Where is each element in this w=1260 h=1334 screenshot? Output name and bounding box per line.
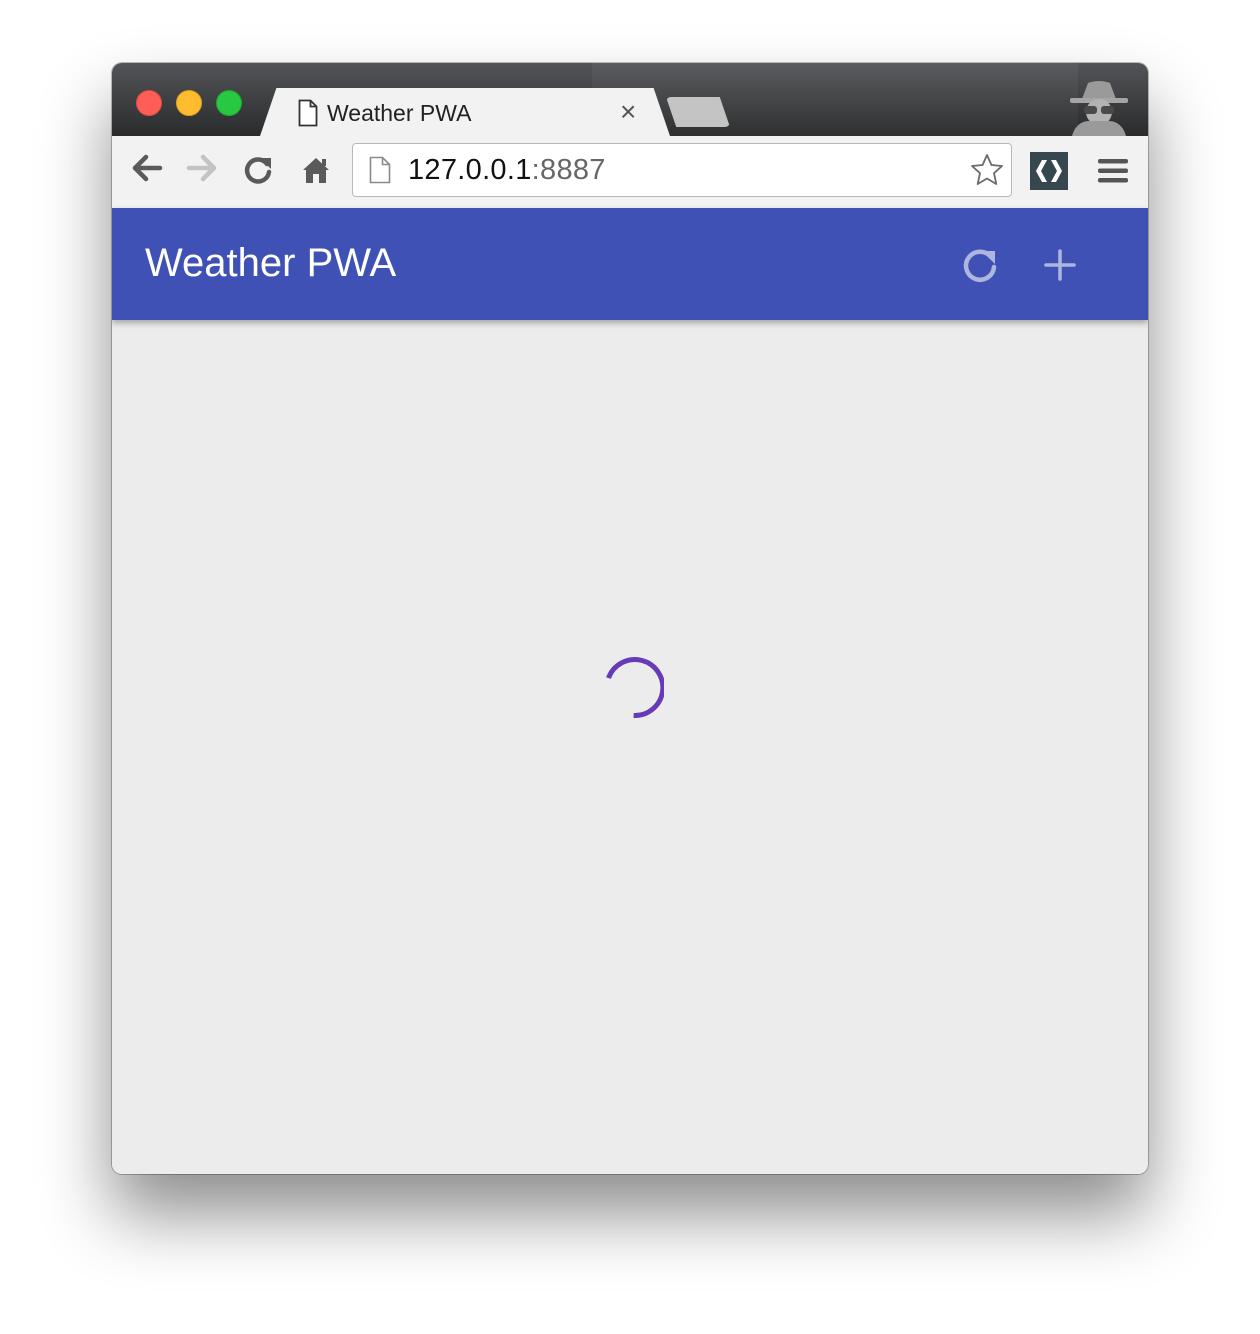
tab-close-icon[interactable]: × — [620, 97, 636, 127]
incognito-icon — [1064, 79, 1134, 141]
extension-icon[interactable] — [1030, 152, 1068, 195]
home-icon[interactable] — [301, 155, 331, 190]
page-icon — [369, 156, 391, 189]
tab-title: Weather PWA — [327, 100, 472, 126]
star-icon[interactable] — [969, 152, 1005, 193]
refresh-icon[interactable] — [960, 245, 1000, 290]
address-bar[interactable]: 127.0.0.1:8887 — [352, 143, 1012, 197]
browser-window: Weather PWA × 127.0.0.1:8887 Weather PWA — [112, 63, 1148, 1174]
main-content — [112, 320, 1148, 1174]
zoom-window-button[interactable] — [216, 90, 242, 116]
menu-icon[interactable] — [1097, 157, 1129, 190]
url-port: :8887 — [531, 154, 606, 186]
close-window-button[interactable] — [136, 90, 162, 116]
app-header: Weather PWA — [112, 208, 1148, 320]
url-host: 127.0.0.1 — [408, 154, 532, 186]
back-arrow-icon[interactable] — [130, 153, 164, 188]
new-tab-button[interactable] — [666, 97, 730, 127]
tab-strip: Weather PWA × — [112, 63, 1148, 136]
url-text: 127.0.0.1:8887 — [408, 154, 606, 186]
add-icon[interactable] — [1040, 245, 1080, 290]
forward-arrow-icon[interactable] — [185, 153, 219, 188]
page-icon — [298, 99, 318, 132]
reload-icon[interactable] — [243, 155, 273, 190]
app-title: Weather PWA — [145, 241, 397, 285]
minimize-window-button[interactable] — [176, 90, 202, 116]
loading-spinner — [598, 654, 666, 725]
